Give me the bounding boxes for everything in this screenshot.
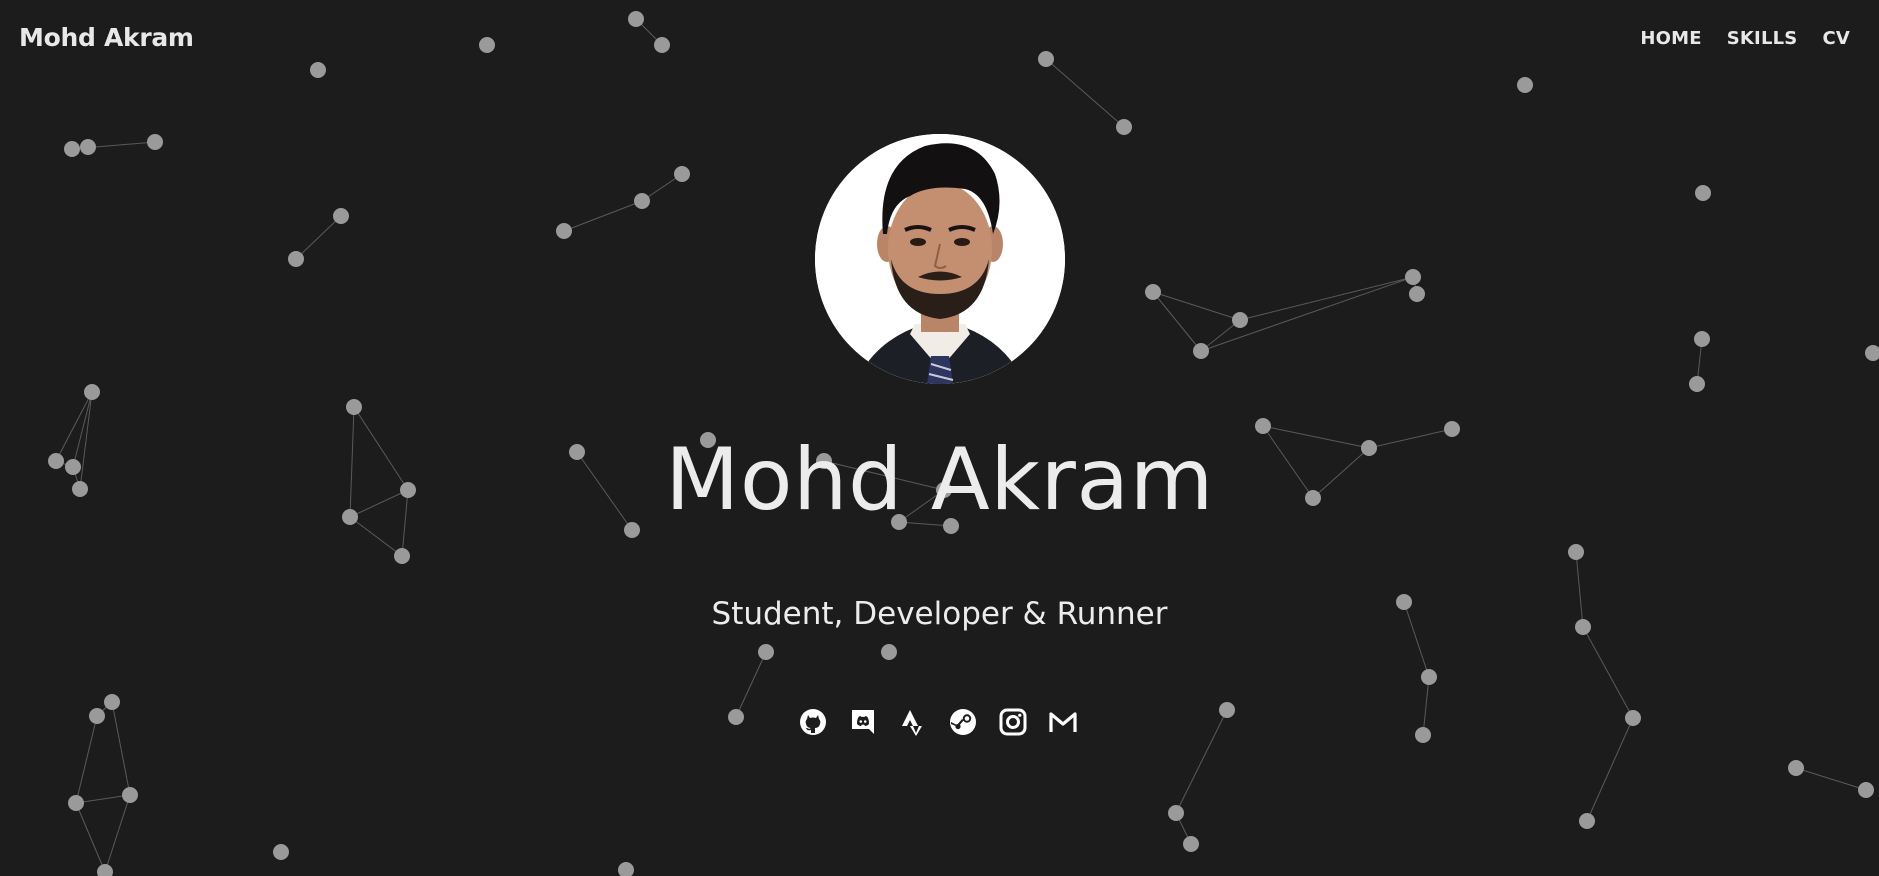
particle-dot (97, 864, 113, 876)
particle-link (1582, 626, 1634, 719)
particle-dot (479, 37, 495, 53)
particle-link (735, 651, 767, 718)
profile-photo (815, 134, 1065, 384)
particle-link (75, 802, 106, 873)
particle-dot (1168, 805, 1184, 821)
particle-dot (556, 223, 572, 239)
particle-link (563, 200, 643, 232)
particle-dot (104, 694, 120, 710)
social-links (798, 707, 1078, 737)
nav-cv[interactable]: CV (1822, 28, 1850, 49)
page: Mohd Akram HOME SKILLS CV Mohd Akram Stu… (0, 0, 1879, 876)
hero-name: Mohd Akram (665, 430, 1214, 530)
particle-link (1200, 276, 1414, 352)
particle-dot (273, 844, 289, 860)
top-nav: HOME SKILLS CV (1640, 28, 1850, 49)
particle-dot (728, 709, 744, 725)
particle-dot (1415, 727, 1431, 743)
gmail-link[interactable] (1048, 707, 1078, 737)
avatar (815, 134, 1065, 384)
nav-skills[interactable]: SKILLS (1727, 28, 1798, 49)
brand-logo[interactable]: Mohd Akram (19, 23, 194, 52)
particle-dot (1405, 269, 1421, 285)
particle-dot (1232, 312, 1248, 328)
particle-dot (1625, 710, 1641, 726)
particle-dot (1421, 669, 1437, 685)
particle-link (1175, 709, 1228, 814)
strava-icon (902, 710, 922, 736)
particle-link (1795, 767, 1867, 791)
particle-link (1239, 276, 1414, 321)
particle-dot (1193, 343, 1209, 359)
particle-dot (628, 11, 644, 27)
particle-dot (1219, 702, 1235, 718)
particle-dot (1788, 760, 1804, 776)
particle-dot (1409, 286, 1425, 302)
particle-dot (310, 62, 326, 78)
particle-dot (1568, 544, 1584, 560)
particle-dot (122, 787, 138, 803)
particle-dot (84, 384, 100, 400)
instagram-link[interactable] (998, 707, 1028, 737)
particle-link (104, 794, 131, 873)
particle-dot (1689, 376, 1705, 392)
particle-link (295, 215, 342, 260)
steam-link[interactable] (948, 707, 978, 737)
particle-dot (674, 166, 690, 182)
strava-link[interactable] (898, 707, 928, 737)
particle-dot (64, 141, 80, 157)
particle-link (75, 715, 98, 804)
particle-dot (1116, 119, 1132, 135)
particle-link (1152, 291, 1241, 321)
particle-dot (1145, 284, 1161, 300)
particle-link (1152, 291, 1202, 352)
discord-icon (852, 710, 874, 734)
particle-dot (1579, 813, 1595, 829)
particle-dot (1183, 836, 1199, 852)
tagline: Student, Developer & Runner (711, 596, 1168, 632)
particle-dot (1858, 782, 1874, 798)
particle-dot (758, 644, 774, 660)
instagram-icon (999, 708, 1027, 736)
particle-link (1586, 717, 1634, 822)
particle-dot (1694, 331, 1710, 347)
particle-link (1045, 58, 1125, 128)
particle-dot (346, 399, 362, 415)
particle-link (75, 794, 131, 804)
github-link[interactable] (798, 707, 828, 737)
particle-link (111, 701, 131, 796)
particle-dot (147, 134, 163, 150)
particle-dot (89, 708, 105, 724)
github-icon (800, 709, 826, 735)
particle-dot (1865, 345, 1879, 361)
particle-dot (288, 251, 304, 267)
steam-icon (950, 709, 976, 735)
discord-link[interactable] (848, 707, 878, 737)
particle-dot (80, 139, 96, 155)
particle-dot (394, 548, 410, 564)
particle-dot (68, 795, 84, 811)
particle-link (1422, 676, 1430, 736)
particle-dot (1038, 51, 1054, 67)
particle-dot (654, 37, 670, 53)
particle-dot (618, 862, 634, 876)
particle-dot (333, 208, 349, 224)
gmail-icon (1049, 712, 1077, 732)
particle-dot (634, 193, 650, 209)
particle-dot (881, 644, 897, 660)
particle-dot (1517, 77, 1533, 93)
particle-dot (1695, 185, 1711, 201)
nav-home[interactable]: HOME (1640, 28, 1701, 49)
